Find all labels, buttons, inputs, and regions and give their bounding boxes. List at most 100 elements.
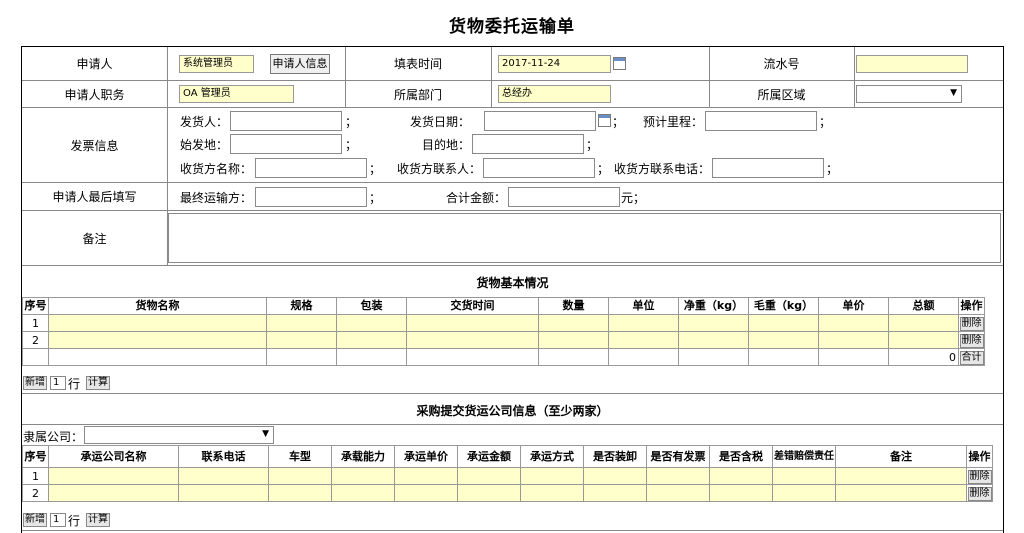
gross-weight-cell[interactable]: [748, 331, 819, 349]
invoice-cell[interactable]: [646, 467, 710, 485]
freight-price-cell[interactable]: [394, 467, 458, 485]
freight-amount-cell[interactable]: [457, 484, 521, 502]
total-amount-label: 合计金额：: [446, 191, 507, 205]
remark-cell[interactable]: [835, 484, 967, 502]
freight-header-row: 序号 承运公司名称 联系电话 车型 承载能力 承运单价 承运金额 承运方式 是否…: [22, 445, 993, 468]
unit-price-cell[interactable]: [818, 314, 889, 332]
phone-cell[interactable]: [178, 467, 269, 485]
calculate-button[interactable]: 计算: [86, 513, 110, 527]
freight-col-header: 承运方式: [520, 445, 584, 468]
receiver-name-input[interactable]: [255, 158, 367, 178]
freight-col-header: 车型: [268, 445, 332, 468]
spec-cell[interactable]: [266, 331, 337, 349]
add-row-button[interactable]: 新增: [23, 376, 47, 390]
destination-input[interactable]: [472, 134, 584, 154]
freight-col-header: 是否装卸: [583, 445, 647, 468]
spec-cell[interactable]: [266, 314, 337, 332]
unit-cell[interactable]: [608, 331, 679, 349]
delete-button[interactable]: 删除: [967, 486, 992, 501]
delete-button[interactable]: 删除: [959, 333, 984, 348]
destination-label: 目的地：: [422, 138, 471, 152]
carrier-input[interactable]: [255, 187, 367, 207]
freight-add-row: 新增 1 行 计算: [22, 510, 1003, 531]
ship-date-input[interactable]: [484, 111, 596, 131]
row-number: 1: [22, 314, 49, 332]
invoice-cell[interactable]: [646, 484, 710, 502]
sum-button[interactable]: 合计: [959, 350, 984, 365]
freight-mode-cell[interactable]: [520, 467, 584, 485]
delete-button[interactable]: 删除: [959, 316, 984, 331]
goods-col-header: 总额: [888, 297, 959, 315]
goods-name-cell[interactable]: [48, 314, 267, 332]
tax-cell[interactable]: [709, 467, 773, 485]
unit-price-cell[interactable]: [818, 331, 889, 349]
remark-row: 备注: [22, 211, 1003, 266]
est-mileage-input[interactable]: [705, 111, 817, 131]
est-mileage-label: 预计里程：: [643, 115, 704, 129]
dept-field[interactable]: 总经办: [498, 85, 611, 103]
freight-mode-cell[interactable]: [520, 484, 584, 502]
applicant-info-button[interactable]: 申请人信息: [270, 54, 330, 74]
goods-col-header: 单位: [608, 297, 679, 315]
add-row-count-input[interactable]: 1: [50, 513, 66, 527]
package-cell[interactable]: [336, 314, 407, 332]
quantity-cell[interactable]: [538, 331, 609, 349]
loading-cell[interactable]: [583, 484, 647, 502]
fill-time-label: 填表时间: [393, 57, 442, 71]
applicant-field[interactable]: 系统管理员: [179, 55, 254, 73]
total-cell[interactable]: [888, 331, 959, 349]
applicant-label: 申请人: [76, 57, 113, 71]
delivery-time-cell[interactable]: [406, 314, 539, 332]
add-row-button[interactable]: 新增: [23, 513, 47, 527]
calculate-button[interactable]: 计算: [86, 376, 110, 390]
calendar-icon[interactable]: [613, 57, 626, 70]
row-number: 2: [22, 484, 49, 502]
delivery-time-cell[interactable]: [406, 331, 539, 349]
freight-price-cell[interactable]: [394, 484, 458, 502]
freight-amount-cell[interactable]: [457, 467, 521, 485]
ship-date-label: 发货日期：: [410, 115, 471, 129]
delete-cell: 删除: [958, 331, 985, 349]
phone-cell[interactable]: [178, 484, 269, 502]
receiver-contact-input[interactable]: [483, 158, 595, 178]
net-weight-cell[interactable]: [678, 314, 749, 332]
freight-col-header: 是否有发票: [646, 445, 710, 468]
goods-name-cell[interactable]: [48, 331, 267, 349]
fill-time-field[interactable]: 2017-11-24: [498, 55, 611, 73]
remark-cell[interactable]: [835, 467, 967, 485]
carrier-name-cell[interactable]: [48, 467, 179, 485]
vehicle-cell[interactable]: [268, 467, 332, 485]
liability-cell[interactable]: [772, 467, 836, 485]
liability-cell[interactable]: [772, 484, 836, 502]
final-label: 申请人最后填写: [52, 190, 137, 204]
vehicle-cell[interactable]: [268, 484, 332, 502]
region-select[interactable]: ▼: [856, 85, 962, 103]
serial-field[interactable]: [856, 55, 968, 73]
goods-add-row: 新增 1 行 计算: [22, 373, 1003, 394]
package-cell[interactable]: [336, 331, 407, 349]
capacity-cell[interactable]: [331, 484, 395, 502]
total-cell[interactable]: [888, 314, 959, 332]
net-weight-cell[interactable]: [678, 331, 749, 349]
goods-col-header: 规格: [266, 297, 337, 315]
calendar-icon[interactable]: [598, 114, 611, 127]
carrier-name-cell[interactable]: [48, 484, 179, 502]
position-field[interactable]: OA 管理员: [179, 85, 294, 103]
origin-input[interactable]: [230, 134, 342, 154]
delete-button[interactable]: 删除: [967, 469, 992, 484]
freight-section-title: 采购提交货运公司信息（至少两家）: [416, 404, 609, 418]
receiver-phone-input[interactable]: [712, 158, 824, 178]
add-row-count-input[interactable]: 1: [50, 376, 66, 390]
total-amount-input[interactable]: [508, 187, 620, 207]
quantity-cell[interactable]: [538, 314, 609, 332]
row-unit-label: 行: [68, 514, 81, 528]
gross-weight-cell[interactable]: [748, 314, 819, 332]
loading-cell[interactable]: [583, 467, 647, 485]
freight-col-header: 承运单价: [394, 445, 458, 468]
tax-cell[interactable]: [709, 484, 773, 502]
shipper-input[interactable]: [230, 111, 342, 131]
unit-cell[interactable]: [608, 314, 679, 332]
capacity-cell[interactable]: [331, 467, 395, 485]
remark-textarea[interactable]: [168, 213, 1001, 263]
company-select[interactable]: ▼: [84, 426, 274, 444]
